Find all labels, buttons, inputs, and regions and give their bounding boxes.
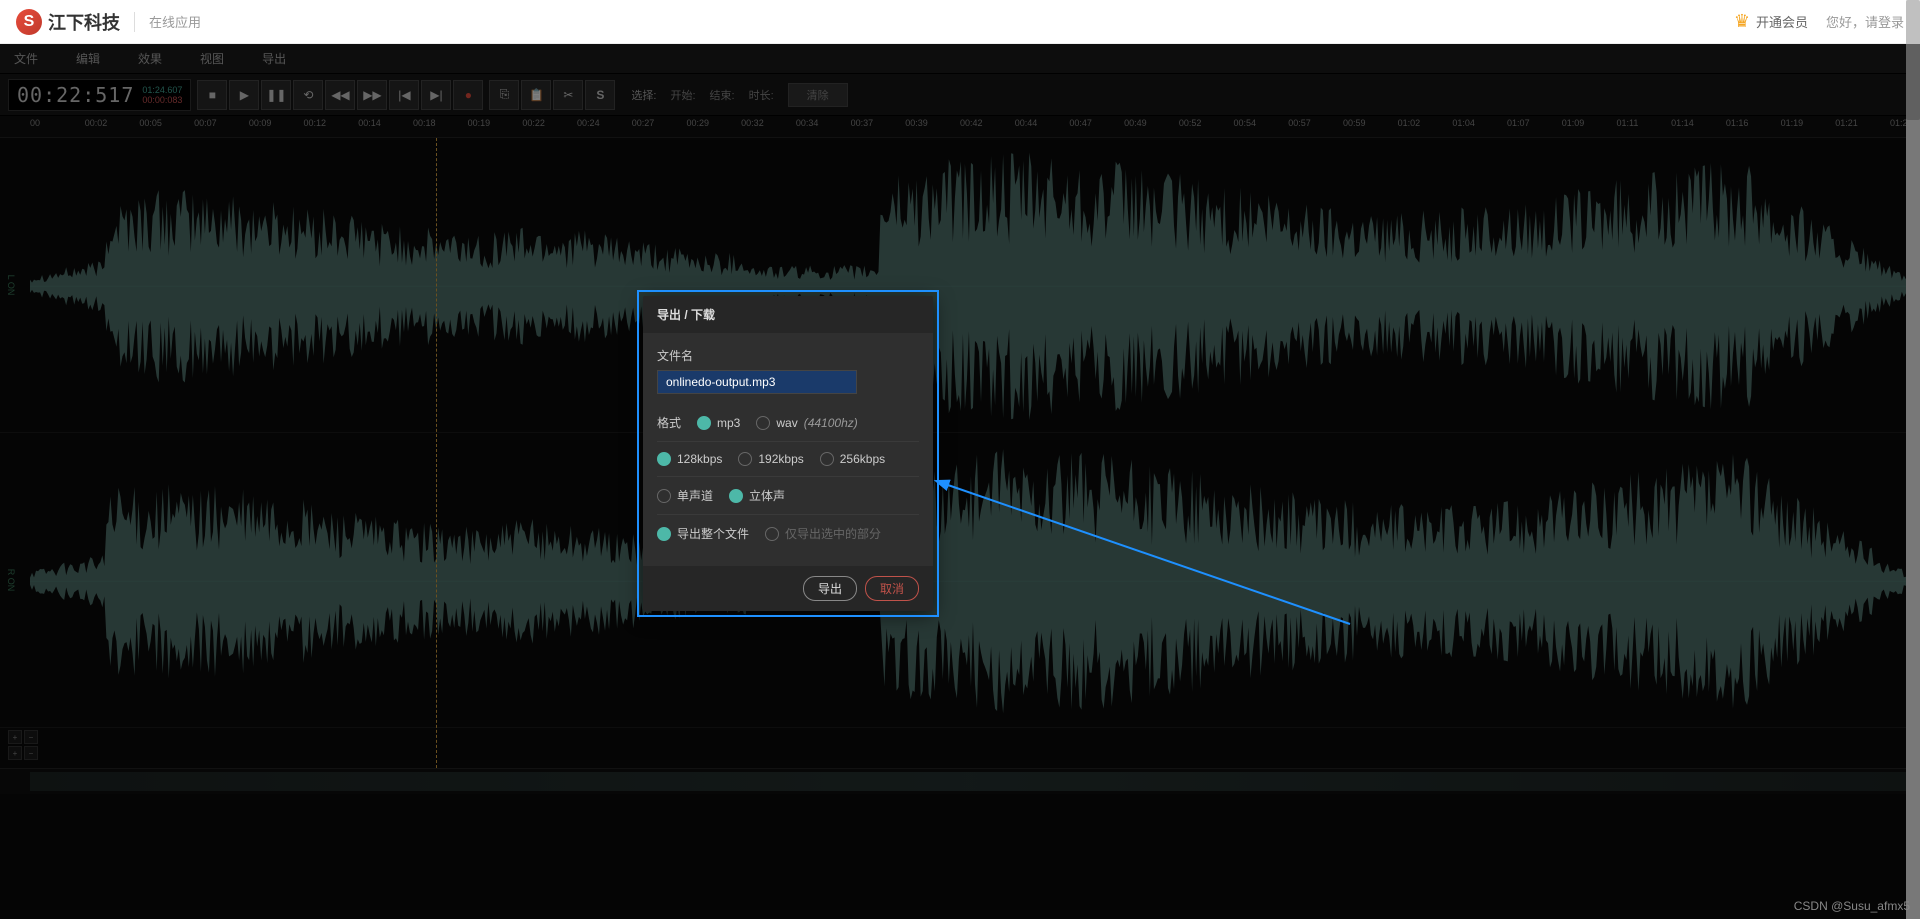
track-toggle-plus-2[interactable]: +: [8, 746, 22, 760]
online-app-label[interactable]: 在线应用: [149, 12, 201, 31]
paste-button[interactable]: 📋: [521, 80, 551, 110]
start-label: 开始:: [670, 87, 695, 103]
rewind-button[interactable]: ◀◀: [325, 80, 355, 110]
track-toggle-minus-2[interactable]: −: [24, 746, 38, 760]
minimap-waveform: [30, 772, 1910, 791]
radio-dot-icon: [657, 489, 671, 503]
radio-dot-icon: [765, 527, 779, 541]
channel-right-label: R ON: [6, 569, 16, 592]
playhead[interactable]: [436, 138, 437, 768]
watermark: CSDN @Susu_afmx5: [1794, 899, 1910, 913]
radio-mp3[interactable]: mp3: [697, 416, 740, 430]
time-elapsed: 00:00:083: [142, 95, 182, 105]
toolbar: 00:22:517 01:24.607 00:00:083 ■ ▶ ❚❚ ⟲ ◀…: [0, 74, 1920, 116]
transport-group: ■ ▶ ❚❚ ⟲ ◀◀ ▶▶ |◀ ▶| ●: [197, 80, 483, 110]
format-label: 格式: [657, 414, 681, 431]
cancel-button[interactable]: 取消: [865, 576, 919, 601]
radio-256[interactable]: 256kbps: [820, 452, 885, 466]
radio-dot-icon: [657, 527, 671, 541]
vip-button[interactable]: ♛ 开通会员: [1734, 11, 1808, 32]
logo-icon: S: [16, 9, 42, 35]
waveform-area[interactable]: L ON R ON +− +−: [0, 138, 1920, 768]
radio-dot-icon: [697, 416, 711, 430]
select-button[interactable]: S: [585, 80, 615, 110]
selection-info: 选择: 开始: 结束: 时长: 清除: [631, 83, 847, 107]
radio-dot-icon: [729, 489, 743, 503]
export-dialog: 导出 / 下载 文件名 格式 mp3 wav (44100hz) 128kbps…: [643, 296, 933, 611]
menu-edit[interactable]: 编辑: [76, 50, 100, 67]
vip-label: 开通会员: [1756, 12, 1808, 31]
radio-mono[interactable]: 单声道: [657, 487, 713, 504]
radio-export-selection: 仅导出选中的部分: [765, 525, 881, 542]
time-current: 00:22:517: [17, 83, 134, 107]
time-total: 01:24.607: [142, 85, 182, 95]
channel-right: R ON: [0, 433, 1920, 728]
skip-end-button[interactable]: ▶|: [421, 80, 451, 110]
menu-export[interactable]: 导出: [262, 50, 286, 67]
timeline-ruler[interactable]: 0000:0200:0500:0700:0900:1200:1400:1800:…: [0, 116, 1920, 138]
menu-effects[interactable]: 效果: [138, 50, 162, 67]
skip-start-button[interactable]: |◀: [389, 80, 419, 110]
forward-button[interactable]: ▶▶: [357, 80, 387, 110]
waveform-left: [30, 138, 1920, 435]
edit-group: ⎘ 📋 ✂ S: [489, 80, 615, 110]
menu-file[interactable]: 文件: [14, 50, 38, 67]
export-button[interactable]: 导出: [803, 576, 857, 601]
track-toggle-plus[interactable]: +: [8, 730, 22, 744]
login-link[interactable]: 您好，请登录: [1826, 12, 1904, 31]
divider: [134, 12, 135, 32]
radio-dot-icon: [738, 452, 752, 466]
scroll-thumb[interactable]: [1906, 0, 1920, 120]
track-controls: +− +−: [0, 728, 1920, 764]
track-toggle-minus[interactable]: −: [24, 730, 38, 744]
copy-button[interactable]: ⎘: [489, 80, 519, 110]
play-button[interactable]: ▶: [229, 80, 259, 110]
duration-label: 时长:: [749, 87, 774, 103]
menu-bar: 文件 编辑 效果 视图 导出: [0, 44, 1920, 74]
selection-label: 选择:: [631, 87, 656, 103]
audio-editor: 文件 编辑 效果 视图 导出 00:22:517 01:24.607 00:00…: [0, 44, 1920, 919]
crown-icon: ♛: [1734, 11, 1750, 32]
menu-view[interactable]: 视图: [200, 50, 224, 67]
radio-export-all[interactable]: 导出整个文件: [657, 525, 749, 542]
loop-button[interactable]: ⟲: [293, 80, 323, 110]
top-header: S 江下科技 在线应用 ♛ 开通会员 您好，请登录: [0, 0, 1920, 44]
radio-dot-icon: [657, 452, 671, 466]
end-label: 结束:: [710, 87, 735, 103]
logo[interactable]: S 江下科技: [16, 9, 120, 35]
radio-dot-icon: [756, 416, 770, 430]
radio-192[interactable]: 192kbps: [738, 452, 803, 466]
minimap[interactable]: [0, 768, 1920, 794]
record-button[interactable]: ●: [453, 80, 483, 110]
time-display: 00:22:517 01:24.607 00:00:083: [8, 79, 191, 111]
filename-label: 文件名: [657, 347, 919, 364]
filename-input[interactable]: [657, 370, 857, 394]
dialog-title: 导出 / 下载: [643, 296, 933, 333]
export-dialog-wrap: 导出 / 下载 文件名 格式 mp3 wav (44100hz) 128kbps…: [643, 296, 933, 611]
cut-button[interactable]: ✂: [553, 80, 583, 110]
channel-left-label: L ON: [6, 275, 16, 296]
scrollbar[interactable]: [1906, 0, 1920, 919]
radio-stereo[interactable]: 立体声: [729, 487, 785, 504]
radio-dot-icon: [820, 452, 834, 466]
waveform-right: [30, 433, 1920, 730]
radio-128[interactable]: 128kbps: [657, 452, 722, 466]
radio-wav[interactable]: wav (44100hz): [756, 416, 857, 430]
channel-left: L ON: [0, 138, 1920, 433]
pause-button[interactable]: ❚❚: [261, 80, 291, 110]
logo-text: 江下科技: [48, 9, 120, 35]
stop-button[interactable]: ■: [197, 80, 227, 110]
clear-selection-button[interactable]: 清除: [788, 83, 848, 107]
